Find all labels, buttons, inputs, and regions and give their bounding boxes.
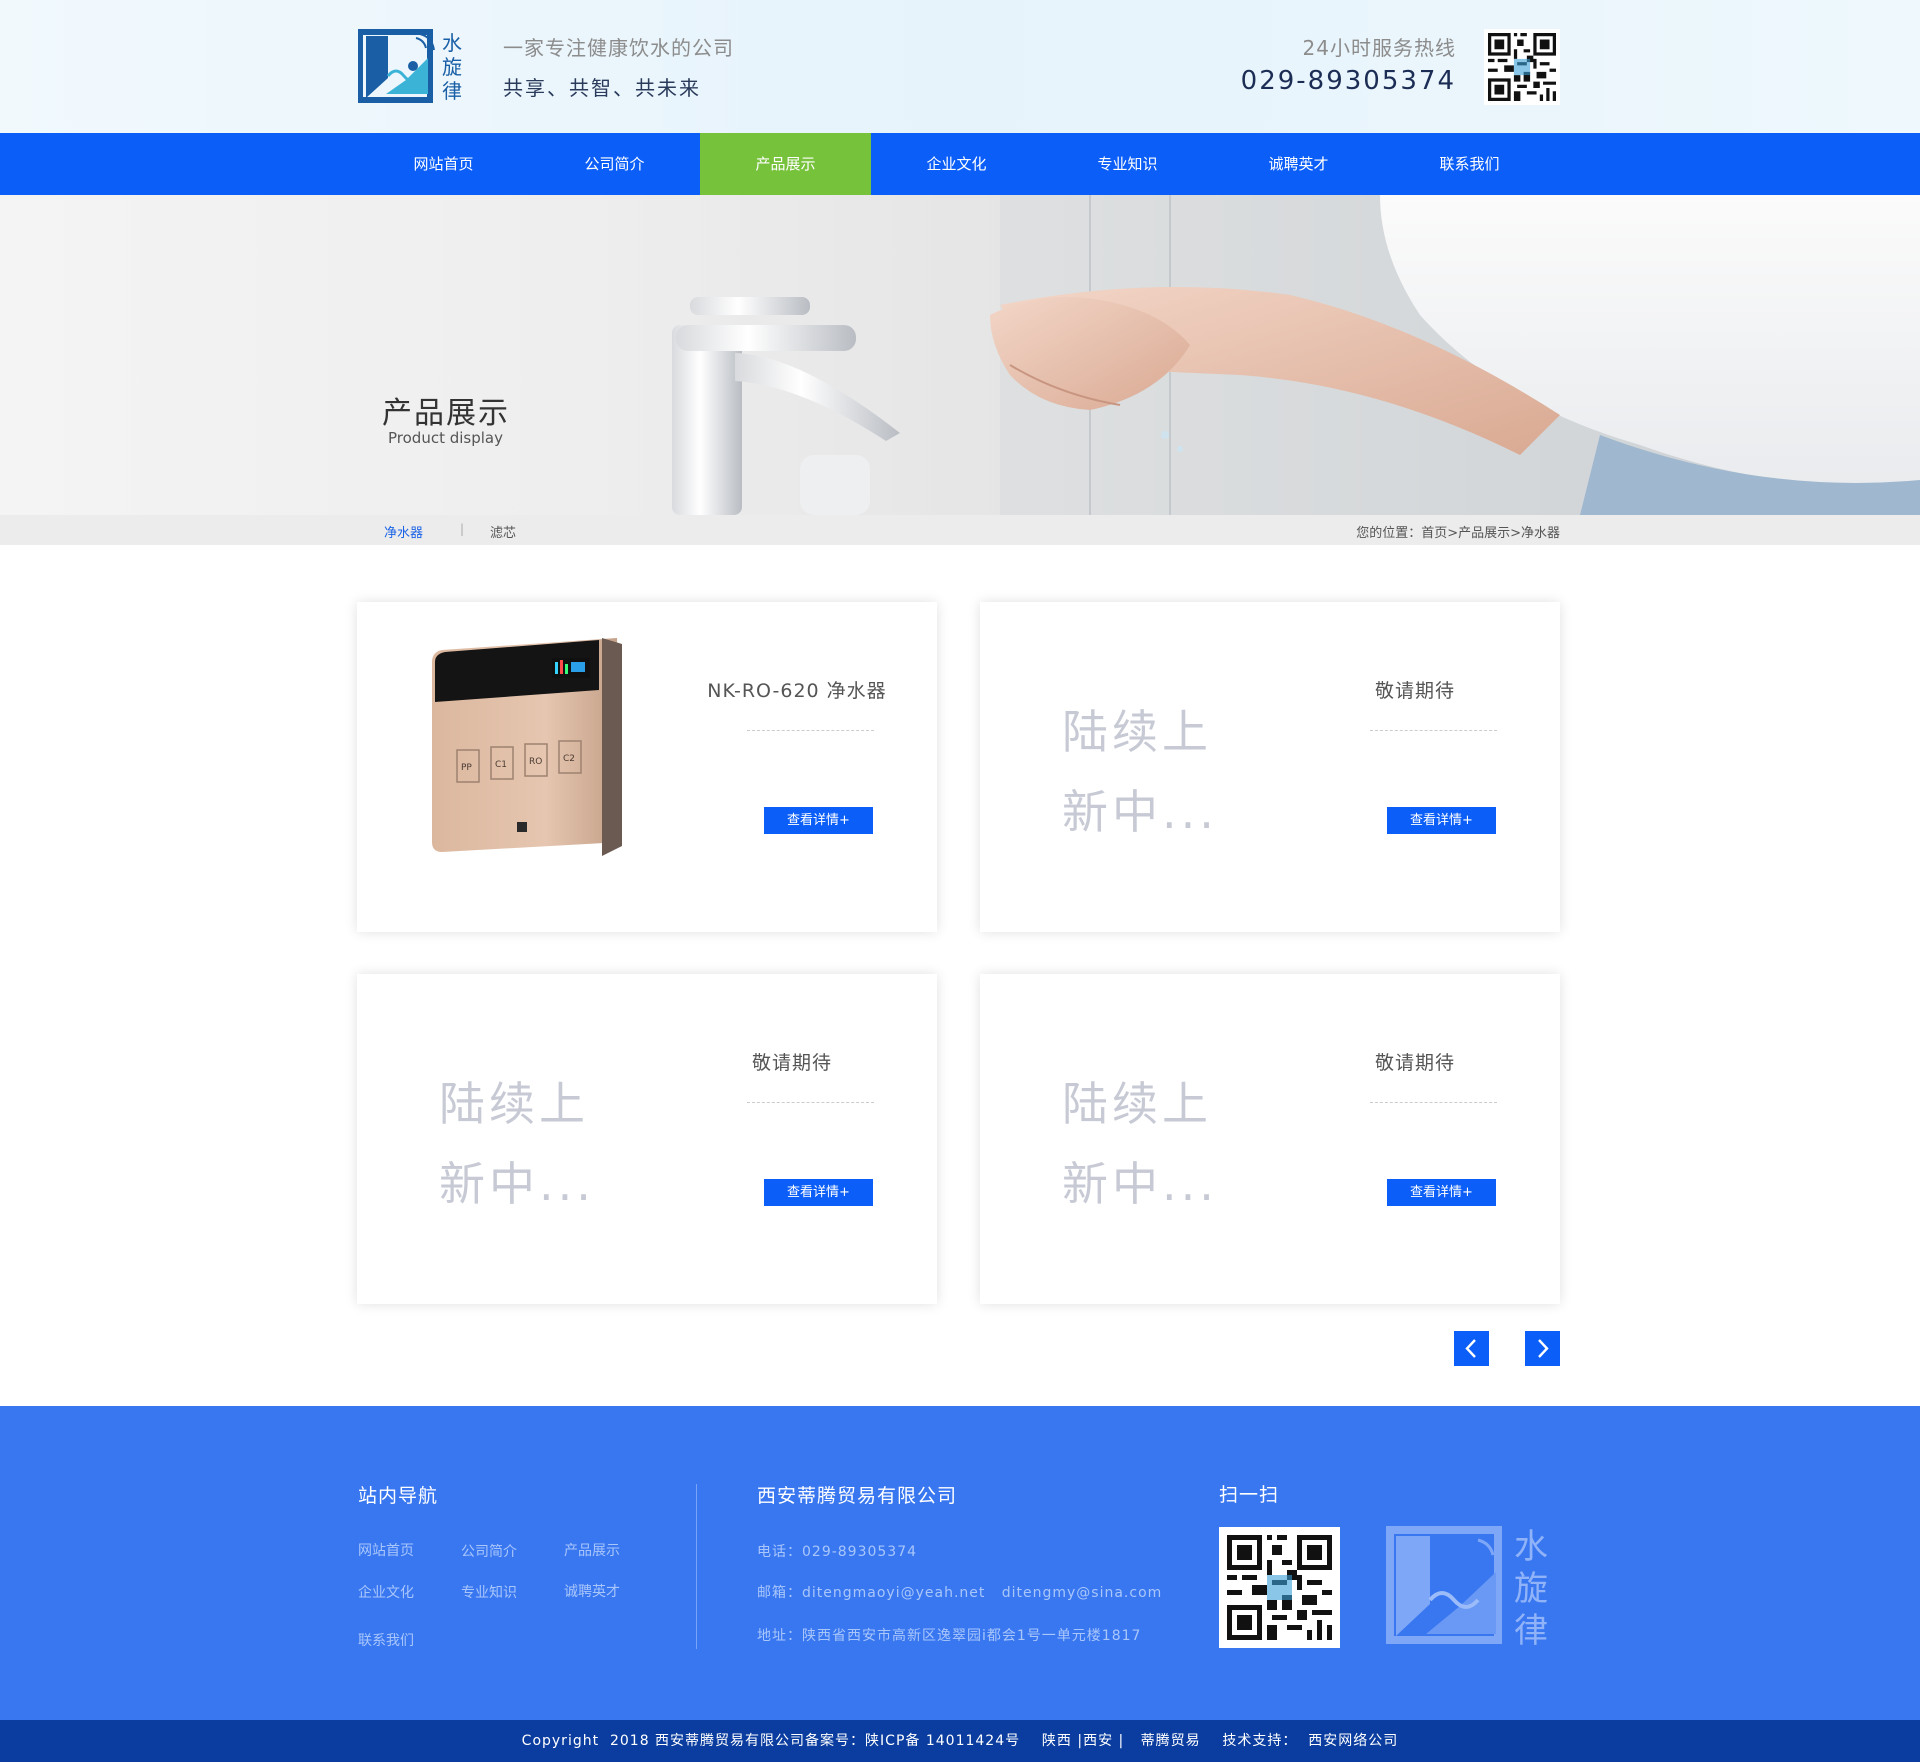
view-details-button[interactable]: 查看详情+ bbox=[764, 807, 873, 834]
chevron-right-icon bbox=[1538, 1339, 1549, 1358]
footer-brand-logo: 水 旋 律 bbox=[1386, 1526, 1548, 1648]
logo-char-1: 水 bbox=[442, 31, 462, 55]
footer-link-home[interactable]: 网站首页 bbox=[358, 1540, 414, 1560]
placeholder-line-2: 新中... bbox=[1062, 785, 1218, 839]
qr-code-icon bbox=[1227, 1535, 1332, 1640]
product-card[interactable]: PP C1 RO C2 NK-RO-620 净水器 查看详情+ bbox=[357, 602, 937, 932]
next-page-button[interactable] bbox=[1525, 1331, 1560, 1366]
page: 水 旋 律 一家专注健康饮水的公司 共享、共智、共未来 24小时服务热线 029… bbox=[0, 0, 1920, 1762]
view-details-button[interactable]: 查看详情+ bbox=[1387, 1179, 1496, 1206]
header-qr-code bbox=[1484, 29, 1560, 105]
coming-soon-placeholder: 陆续上 新中... bbox=[1062, 1064, 1282, 1224]
prev-page-button[interactable] bbox=[1454, 1331, 1489, 1366]
footer-scan-heading: 扫一扫 bbox=[1219, 1484, 1280, 1506]
filter-label: C1 bbox=[495, 760, 507, 770]
product-title[interactable]: 敬请期待 bbox=[1340, 1048, 1490, 1075]
hotline-label: 24小时服务热线 bbox=[1302, 36, 1456, 60]
footer-link-knowledge[interactable]: 专业知识 bbox=[461, 1582, 517, 1602]
banner-subtitle: Product display bbox=[388, 429, 503, 447]
chevron-left-icon bbox=[1465, 1339, 1476, 1358]
nav-item-products[interactable]: 产品展示 bbox=[700, 133, 871, 195]
nav-item-about[interactable]: 公司简介 bbox=[529, 133, 700, 195]
footer-address: 地址：陕西省西安市高新区逸翠园i都会1号一单元楼1817 bbox=[757, 1628, 1142, 1644]
page-banner: 产品展示 Product display bbox=[0, 195, 1920, 515]
logo-char-2: 旋 bbox=[442, 55, 462, 79]
footer-email: 邮箱：ditengmaoyi@yeah.net ditengmy@sina.co… bbox=[757, 1585, 1163, 1601]
footer-logo-char-2: 旋 bbox=[1514, 1569, 1548, 1609]
main-nav: 网站首页 公司简介 产品展示 企业文化 专业知识 诚聘英才 联系我们 bbox=[0, 133, 1920, 195]
product-card[interactable]: 陆续上 新中... 敬请期待 查看详情+ bbox=[980, 602, 1560, 932]
footer-nav-heading: 站内导航 bbox=[358, 1485, 439, 1507]
view-details-button[interactable]: 查看详情+ bbox=[764, 1179, 873, 1206]
filter-label: PP bbox=[461, 763, 472, 773]
footer-link-contact[interactable]: 联系我们 bbox=[358, 1630, 414, 1650]
nav-item-careers[interactable]: 诚聘英才 bbox=[1213, 133, 1384, 195]
main-nav-items: 网站首页 公司简介 产品展示 企业文化 专业知识 诚聘英才 联系我们 bbox=[358, 133, 1562, 195]
placeholder-line-1: 陆续上 bbox=[1062, 705, 1212, 759]
title-divider bbox=[747, 730, 874, 731]
product-card[interactable]: 陆续上 新中... 敬请期待 查看详情+ bbox=[357, 974, 937, 1304]
placeholder-line-1: 陆续上 bbox=[439, 1077, 589, 1131]
banner-title: 产品展示 bbox=[382, 396, 510, 431]
copyright-bar: Copyright 2018 西安蒂腾贸易有限公司备案号：陕ICP备 14011… bbox=[0, 1720, 1920, 1762]
sub-tab-separator: | bbox=[460, 522, 465, 536]
footer-link-careers[interactable]: 诚聘英才 bbox=[564, 1581, 620, 1601]
coming-soon-placeholder: 陆续上 新中... bbox=[439, 1064, 659, 1224]
breadcrumb: 您的位置：首页>产品展示>净水器 bbox=[1356, 526, 1560, 541]
title-divider bbox=[747, 1102, 874, 1103]
sub-tab-filter[interactable]: 滤芯 bbox=[490, 522, 516, 541]
nav-item-home[interactable]: 网站首页 bbox=[358, 133, 529, 195]
sub-category-bar: 净水器 | 滤芯 您的位置：首页>产品展示>净水器 bbox=[0, 515, 1920, 545]
product-card[interactable]: 陆续上 新中... 敬请期待 查看详情+ bbox=[980, 974, 1560, 1304]
footer-divider bbox=[696, 1484, 697, 1649]
slogan-line-2: 共享、共智、共未来 bbox=[503, 76, 701, 100]
site-header: 水 旋 律 一家专注健康饮水的公司 共享、共智、共未来 24小时服务热线 029… bbox=[0, 0, 1920, 133]
water-purifier-image: PP C1 RO C2 bbox=[432, 638, 622, 856]
footer-link-products[interactable]: 产品展示 bbox=[564, 1540, 620, 1560]
product-title[interactable]: 敬请期待 bbox=[717, 1048, 867, 1075]
nav-item-culture[interactable]: 企业文化 bbox=[871, 133, 1042, 195]
footer-logo-char-3: 律 bbox=[1514, 1611, 1548, 1648]
sub-tab-water-purifier[interactable]: 净水器 bbox=[384, 522, 423, 541]
placeholder-line-2: 新中... bbox=[1062, 1157, 1218, 1211]
logo-char-3: 律 bbox=[442, 79, 462, 103]
product-title[interactable]: NK-RO-620 净水器 bbox=[707, 676, 887, 703]
title-divider bbox=[1370, 1102, 1497, 1103]
title-divider bbox=[1370, 730, 1497, 731]
qr-code-icon bbox=[1488, 33, 1556, 101]
footer-company-name: 西安蒂腾贸易有限公司 bbox=[757, 1485, 958, 1507]
coming-soon-placeholder: 陆续上 新中... bbox=[1062, 692, 1282, 852]
brand-logo[interactable]: 水 旋 律 bbox=[358, 28, 473, 104]
hotline-number: 029-89305374 bbox=[1240, 66, 1456, 96]
footer-logo-char-1: 水 bbox=[1514, 1527, 1548, 1567]
placeholder-line-2: 新中... bbox=[439, 1157, 595, 1211]
site-footer: 站内导航 网站首页 公司简介 产品展示 企业文化 专业知识 诚聘英才 联系我们 … bbox=[0, 1406, 1920, 1720]
nav-item-contact[interactable]: 联系我们 bbox=[1384, 133, 1555, 195]
banner-illustration bbox=[672, 195, 1920, 515]
nav-item-knowledge[interactable]: 专业知识 bbox=[1042, 133, 1213, 195]
footer-qr-code bbox=[1219, 1527, 1340, 1648]
filter-label: C2 bbox=[563, 754, 575, 764]
placeholder-line-1: 陆续上 bbox=[1062, 1077, 1212, 1131]
footer-link-culture[interactable]: 企业文化 bbox=[358, 1582, 414, 1602]
slogan-line-1: 一家专注健康饮水的公司 bbox=[503, 36, 734, 60]
footer-phone: 电话：029-89305374 bbox=[757, 1544, 918, 1560]
product-title[interactable]: 敬请期待 bbox=[1340, 676, 1490, 703]
filter-label: RO bbox=[529, 757, 542, 767]
view-details-button[interactable]: 查看详情+ bbox=[1387, 807, 1496, 834]
footer-link-about[interactable]: 公司简介 bbox=[461, 1541, 517, 1561]
